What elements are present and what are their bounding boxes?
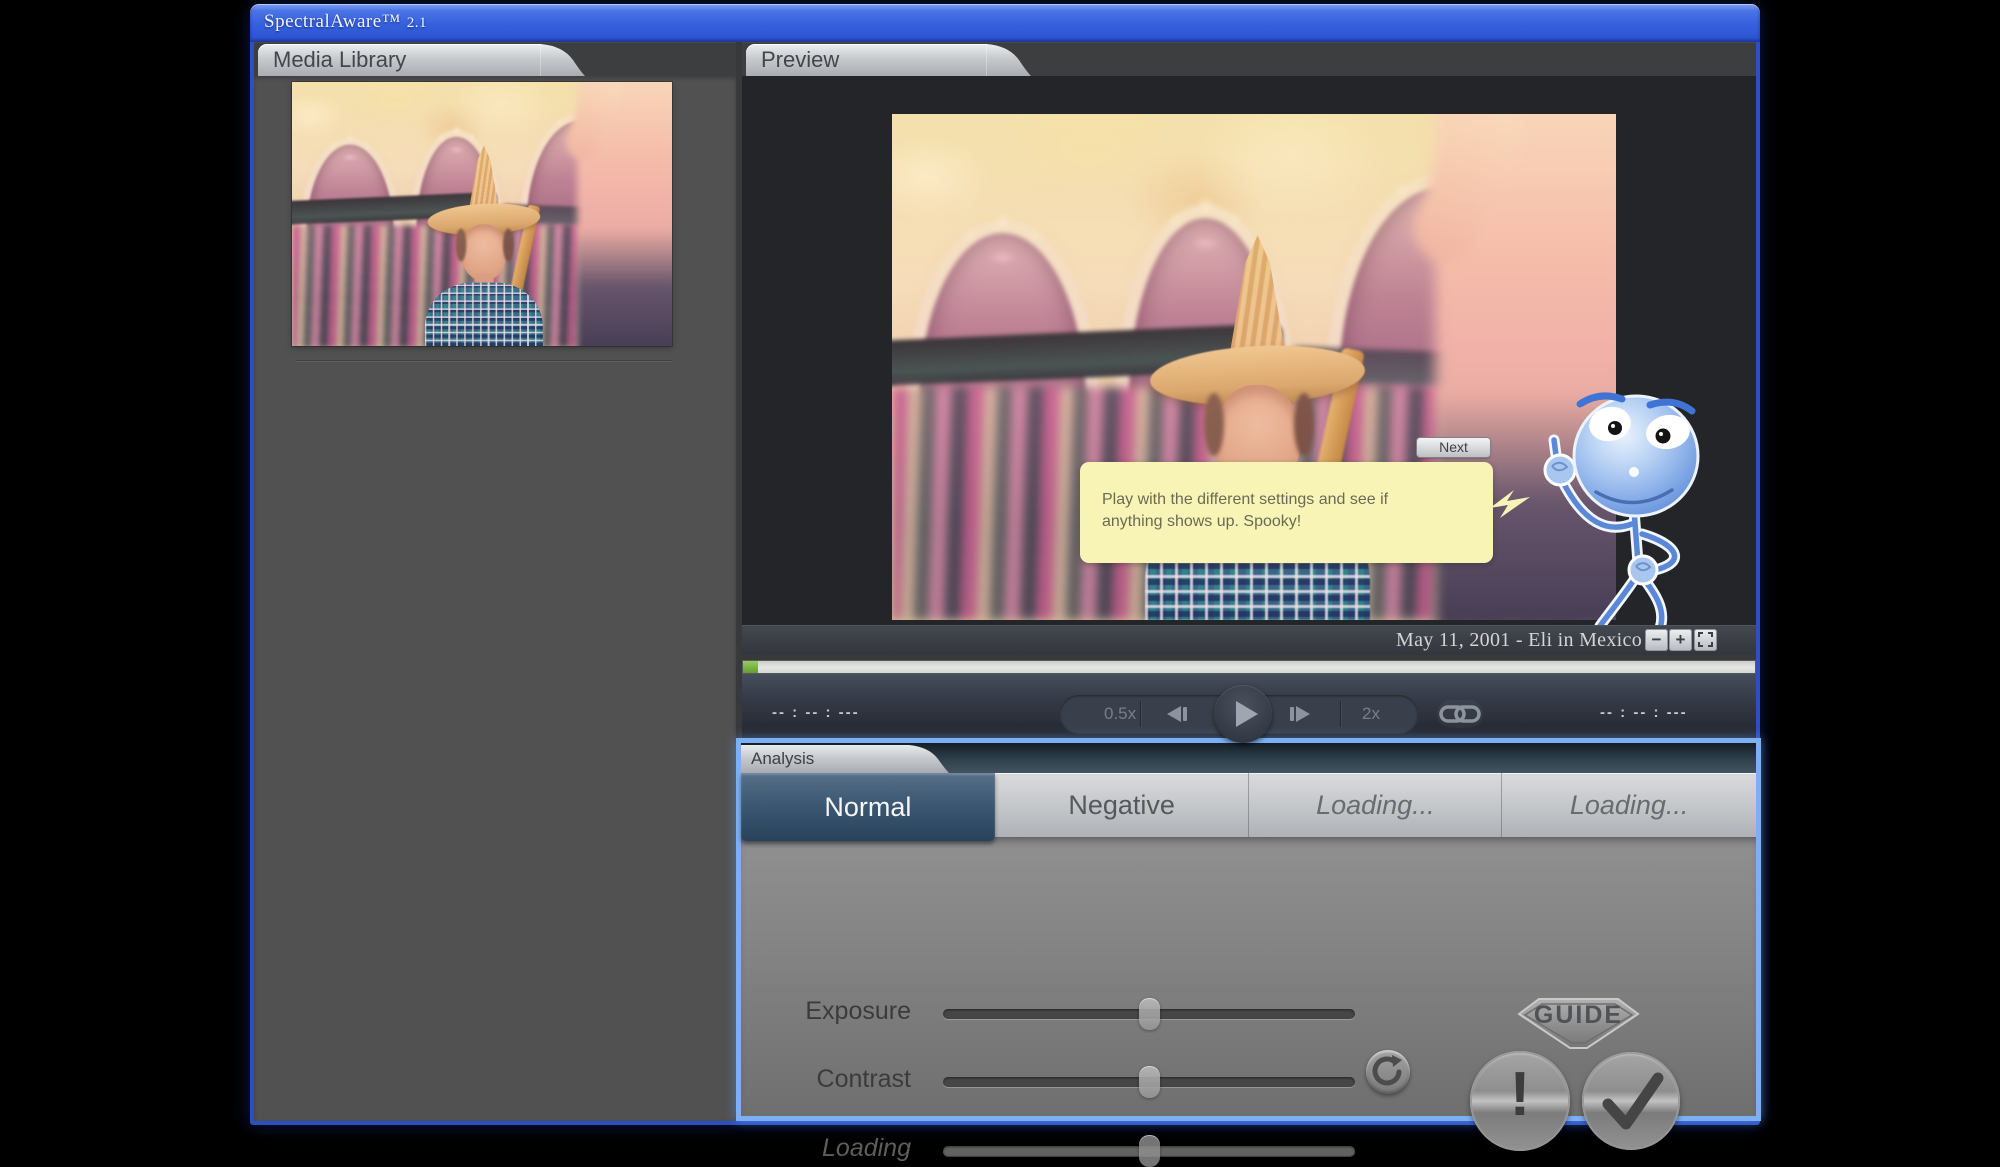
app-title: SpectralAware™ 2.1 <box>264 11 427 33</box>
contrast-slider-knob[interactable] <box>1139 1066 1160 1098</box>
contrast-label: Contrast <box>741 1065 911 1094</box>
photo-boat-arch <box>410 130 503 292</box>
pill-divider <box>1340 701 1341 727</box>
photo-boat-hull <box>292 192 498 225</box>
step-back-icon <box>1167 706 1181 722</box>
tutorial-text-line2: anything shows up. Spooky! <box>1102 511 1388 533</box>
tab-analysis[interactable]: Analysis <box>741 745 909 773</box>
mode-tab-loading-2[interactable]: Loading... <box>1502 773 1756 837</box>
tab-preview[interactable]: Preview <box>746 44 987 76</box>
preview-tab-label: Preview <box>761 47 839 73</box>
exposure-slider-knob[interactable] <box>1139 998 1160 1030</box>
reset-icon <box>1366 1050 1410 1094</box>
photo-boat-hull <box>501 204 672 229</box>
photo-oar <box>504 204 540 321</box>
analysis-panel: Analysis Normal Negative Loading... Load… <box>736 738 1761 1121</box>
check-icon <box>1582 1052 1680 1150</box>
app-version: 2.1 <box>407 15 427 31</box>
tutorial-text-line1: Play with the different settings and see… <box>1102 489 1388 511</box>
mode-tab-loading-1[interactable]: Loading... <box>1249 773 1503 837</box>
mode-tab-normal[interactable]: Normal <box>741 773 995 841</box>
next-button[interactable]: Next <box>1417 438 1490 457</box>
fullscreen-button[interactable] <box>1694 629 1717 651</box>
analysis-tabstrip: Analysis <box>741 743 1756 773</box>
exposure-label: Exposure <box>741 997 911 1026</box>
app-window: SpectralAware™ 2.1 Media Library <box>250 4 1760 1125</box>
loading-slider-label: Loading <box>741 1134 911 1163</box>
zoom-out-button[interactable]: − <box>1645 629 1668 651</box>
seek-bar[interactable] <box>742 660 1756 674</box>
media-library-tab-label: Media Library <box>273 47 406 73</box>
fullscreen-icon <box>1698 632 1713 647</box>
media-list-divider <box>296 360 672 362</box>
photo-foliage <box>892 114 1616 397</box>
guide-mascot <box>1530 384 1742 637</box>
play-button[interactable] <box>1214 685 1272 743</box>
tutorial-bubble: Play with the different settings and see… <box>1080 462 1493 563</box>
photo-caption: May 11, 2001 - Eli in Mexico <box>1396 629 1642 652</box>
plus-icon: + <box>1676 630 1686 649</box>
timecode-right: -- : -- : --- <box>1600 704 1688 721</box>
mode-tab-negative[interactable]: Negative <box>995 773 1249 837</box>
step-back-button[interactable] <box>1165 706 1191 722</box>
exposure-slider[interactable] <box>943 1009 1355 1019</box>
media-library-panel <box>254 76 736 1121</box>
photo-background-arm <box>1403 114 1532 272</box>
speed-half-button[interactable]: 0.5x <box>1104 704 1136 724</box>
pill-divider <box>1140 701 1141 727</box>
guide-button[interactable]: GUIDE <box>1507 996 1650 1051</box>
photo-foliage <box>292 82 672 231</box>
speed-double-button[interactable]: 2x <box>1362 704 1380 724</box>
photo-boat-hull <box>892 323 1284 386</box>
transport-bar: -- : -- : --- -- : -- : --- 0.5x 2x <box>742 674 1756 740</box>
preview-tabstrip: Preview <box>742 42 1756 76</box>
next-button-label: Next <box>1439 439 1468 455</box>
seek-bar-fill <box>743 661 758 673</box>
photo-background-arm <box>560 82 628 165</box>
photo-boat-arch <box>906 220 1099 519</box>
photo-water <box>292 225 672 346</box>
photo-background-person <box>577 82 672 346</box>
play-icon <box>1236 701 1258 727</box>
guide-button-label: GUIDE <box>1507 1001 1650 1030</box>
photo-boat-arch <box>520 114 640 292</box>
tab-media-library[interactable]: Media Library <box>258 44 541 76</box>
media-thumbnail[interactable] <box>292 82 672 346</box>
analysis-body: Exposure Contrast Loading <box>741 837 1756 1116</box>
timecode-left: -- : -- : --- <box>772 704 860 721</box>
loop-icon <box>1437 700 1483 728</box>
title-bar[interactable]: SpectralAware™ 2.1 <box>250 4 1760 42</box>
media-library-tabstrip: Media Library <box>254 42 736 76</box>
alert-button[interactable]: ! <box>1470 1051 1570 1151</box>
preview-viewer: Next Play with the different settings an… <box>742 76 1756 655</box>
app-title-text: SpectralAware™ <box>264 11 401 32</box>
loading-slider-knob <box>1139 1135 1160 1167</box>
step-forward-icon <box>1296 706 1310 722</box>
step-forward-button[interactable] <box>1288 706 1314 722</box>
loop-button[interactable] <box>1437 700 1483 728</box>
caption-bar: May 11, 2001 - Eli in Mexico − + <box>742 625 1756 655</box>
photo-man <box>425 146 543 346</box>
bubble-tail <box>1490 488 1536 527</box>
confirm-button[interactable] <box>1582 1052 1680 1150</box>
loading-slider <box>943 1146 1355 1156</box>
analysis-mode-tabs: Normal Negative Loading... Loading... <box>741 773 1756 837</box>
zoom-in-button[interactable]: + <box>1669 629 1692 651</box>
minus-icon: − <box>1652 630 1662 649</box>
analysis-tab-label: Analysis <box>751 749 814 768</box>
reset-button[interactable] <box>1366 1050 1410 1094</box>
photo-boat-arch <box>300 138 401 295</box>
thumbnail-photo <box>292 82 672 346</box>
contrast-slider[interactable] <box>943 1077 1355 1087</box>
exclamation-icon: ! <box>1470 1059 1570 1130</box>
